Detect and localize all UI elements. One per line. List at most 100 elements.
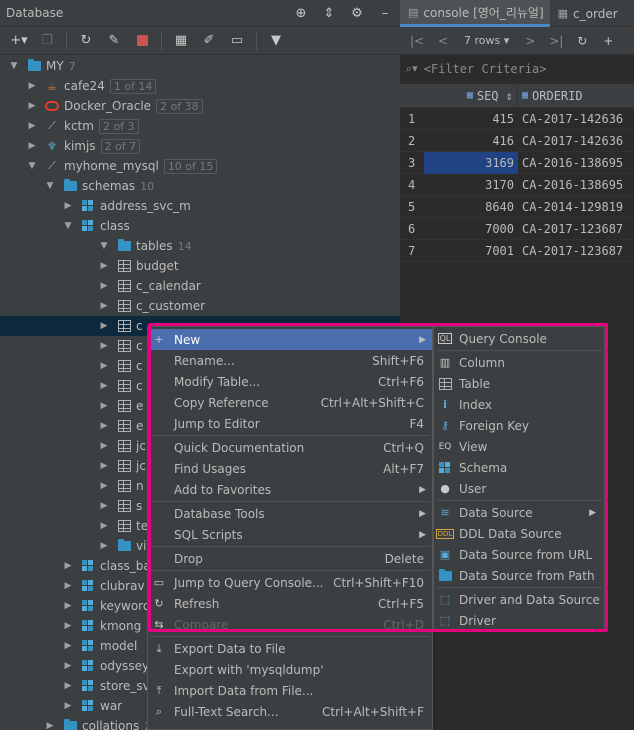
- chevron-right-icon[interactable]: ▶: [98, 321, 110, 331]
- menu-item-drop[interactable]: Drop Delete: [148, 548, 432, 569]
- menu-item-export-with-mysqldump[interactable]: Export with 'mysqldump': [148, 659, 432, 680]
- minimize-icon[interactable]: –: [376, 4, 394, 22]
- tree-node-budget[interactable]: ▶ budget: [0, 256, 400, 276]
- submenu-item-driver[interactable]: ⬚ Driver: [434, 610, 604, 631]
- table-row[interactable]: 6 7000 CA-2017-123687: [400, 218, 634, 240]
- table-row[interactable]: 2 416 CA-2017-142636: [400, 130, 634, 152]
- table-row[interactable]: 5 8640 CA-2014-129819: [400, 196, 634, 218]
- chevron-right-icon[interactable]: ▶: [62, 661, 74, 671]
- submenu-item-ddl-data-source[interactable]: DDL DDL Data Source: [434, 523, 604, 544]
- menu-item-new[interactable]: + New ▶: [148, 329, 432, 350]
- table-row[interactable]: 4 3170 CA-2016-138695: [400, 174, 634, 196]
- submenu-item-schema[interactable]: Schema: [434, 457, 604, 478]
- column-header-orderid[interactable]: ▦ ORDERID: [518, 89, 634, 103]
- cell-seq[interactable]: 8640: [424, 196, 518, 218]
- prev-page-icon[interactable]: <: [432, 30, 454, 52]
- collapse-icon[interactable]: ⇕: [320, 4, 338, 22]
- tree-node-docker-oracle[interactable]: ▶ Docker_Oracle 2 of 38: [0, 96, 400, 116]
- tab-console[interactable]: ▤ console [영어_리뉴얼]: [400, 0, 550, 27]
- menu-item-sql-scripts[interactable]: SQL Scripts ▶: [148, 524, 432, 545]
- chevron-right-icon[interactable]: ▶: [98, 421, 110, 431]
- chevron-right-icon[interactable]: ▶: [98, 301, 110, 311]
- sort-icon[interactable]: ⇕: [506, 89, 513, 103]
- chevron-right-icon[interactable]: ▶: [44, 721, 56, 730]
- cell-orderid[interactable]: CA-2017-142636: [518, 134, 634, 148]
- chevron-right-icon[interactable]: ▶: [98, 541, 110, 551]
- chevron-down-icon[interactable]: ▼: [62, 221, 74, 231]
- column-header-seq[interactable]: ▦ SEQ ⇕: [424, 83, 518, 108]
- menu-item-jump-to-editor[interactable]: Jump to Editor F4: [148, 413, 432, 434]
- filter-bar[interactable]: ⌕▾ <Filter Criteria>: [400, 56, 634, 83]
- tab-c-order[interactable]: ▦ c_order: [550, 0, 624, 27]
- cell-orderid[interactable]: CA-2016-138695: [518, 156, 634, 170]
- add-crosshair-icon[interactable]: ⊕: [292, 4, 310, 22]
- menu-item-export-data-to-file[interactable]: ⤓ Export Data to File: [148, 638, 432, 659]
- submenu-item-data-source-from-path[interactable]: Data Source from Path: [434, 565, 604, 586]
- tree-node-myhome-mysql[interactable]: ▼ ⟋ myhome_mysql 10 of 15: [0, 156, 400, 176]
- chevron-right-icon[interactable]: ▶: [62, 641, 74, 651]
- stop-icon[interactable]: [131, 30, 153, 52]
- refresh-icon[interactable]: ↻: [571, 30, 593, 52]
- chevron-right-icon[interactable]: ▶: [62, 201, 74, 211]
- cell-seq[interactable]: 416: [424, 130, 518, 152]
- chevron-right-icon[interactable]: ▶: [62, 581, 74, 591]
- chevron-right-icon[interactable]: ▶: [98, 401, 110, 411]
- menu-item-add-to-favorites[interactable]: Add to Favorites ▶: [148, 479, 432, 500]
- chevron-down-icon[interactable]: ▼: [8, 61, 20, 71]
- tree-node-c-calendar[interactable]: ▶ c_calendar: [0, 276, 400, 296]
- chevron-right-icon[interactable]: ▶: [98, 501, 110, 511]
- last-page-icon[interactable]: >|: [545, 30, 567, 52]
- table-row[interactable]: 3 3169 CA-2016-138695: [400, 151, 634, 174]
- menu-item-modify-table[interactable]: Modify Table... Ctrl+F6: [148, 371, 432, 392]
- tree-node-kimjs[interactable]: ▶ ♆ kimjs 2 of 7: [0, 136, 400, 156]
- menu-item-copy-reference[interactable]: Copy Reference Ctrl+Alt+Shift+C: [148, 392, 432, 413]
- submenu-item-data-source-from-url[interactable]: ▣ Data Source from URL: [434, 544, 604, 565]
- tree-node-tables[interactable]: ▼ tables 14: [0, 236, 400, 256]
- table-view-icon[interactable]: ▦: [170, 30, 192, 52]
- chevron-right-icon[interactable]: ▶: [62, 701, 74, 711]
- chevron-right-icon[interactable]: ▶: [26, 141, 38, 151]
- chevron-down-icon[interactable]: ▼: [98, 241, 110, 251]
- cell-seq[interactable]: 3169: [424, 151, 518, 174]
- cell-seq[interactable]: 3170: [424, 174, 518, 196]
- submenu-item-query-console[interactable]: QL Query Console: [434, 328, 604, 349]
- chevron-right-icon[interactable]: ▶: [26, 121, 38, 131]
- menu-item-refresh[interactable]: ↻ Refresh Ctrl+F5: [148, 593, 432, 614]
- chevron-right-icon[interactable]: ▶: [98, 441, 110, 451]
- refresh-icon[interactable]: ↻: [75, 30, 97, 52]
- chevron-right-icon[interactable]: ▶: [62, 621, 74, 631]
- chevron-right-icon[interactable]: ▶: [62, 601, 74, 611]
- cell-orderid[interactable]: CA-2017-123687: [518, 222, 634, 236]
- cell-orderid[interactable]: CA-2017-123687: [518, 244, 634, 258]
- add-icon[interactable]: +▾: [8, 30, 30, 52]
- submenu-item-index[interactable]: i Index: [434, 394, 604, 415]
- submenu-item-view[interactable]: EQ View: [434, 436, 604, 457]
- tree-node-my[interactable]: ▼ MY 7: [0, 56, 400, 76]
- tree-node-cafe24[interactable]: ▶ ☕ cafe24 1 of 14: [0, 76, 400, 96]
- chevron-right-icon[interactable]: ▶: [98, 261, 110, 271]
- cell-orderid[interactable]: CA-2014-129819: [518, 200, 634, 214]
- gear-icon[interactable]: ⚙: [348, 4, 366, 22]
- chevron-down-icon[interactable]: ▼: [44, 181, 56, 191]
- cell-seq[interactable]: 415: [424, 108, 518, 130]
- submenu-item-driver-and-data-source[interactable]: ⬚ Driver and Data Source: [434, 589, 604, 610]
- tree-node-c-customer[interactable]: ▶ c_customer: [0, 296, 400, 316]
- menu-item-database-tools[interactable]: Database Tools ▶: [148, 503, 432, 524]
- submenu-item-data-source[interactable]: ≋ Data Source ▶: [434, 502, 604, 523]
- add-row-icon[interactable]: +: [597, 30, 619, 52]
- tree-node-class[interactable]: ▼ class: [0, 216, 400, 236]
- cell-seq[interactable]: 7001: [424, 240, 518, 262]
- chevron-right-icon[interactable]: ▶: [98, 341, 110, 351]
- sql-console-icon[interactable]: ▭: [226, 30, 248, 52]
- tree-node-kctm[interactable]: ▶ ⟋ kctm 2 of 3: [0, 116, 400, 136]
- edit-icon[interactable]: ✐: [198, 30, 220, 52]
- tree-node-schemas[interactable]: ▼ schemas 10: [0, 176, 400, 196]
- duplicate-icon[interactable]: ❐: [36, 30, 58, 52]
- chevron-right-icon[interactable]: ▶: [62, 561, 74, 571]
- chevron-right-icon[interactable]: ▶: [98, 461, 110, 471]
- chevron-right-icon[interactable]: ▶: [98, 521, 110, 531]
- cell-orderid[interactable]: CA-2016-138695: [518, 178, 634, 192]
- filter-icon[interactable]: ▼: [265, 30, 287, 52]
- chevron-right-icon[interactable]: ▶: [98, 381, 110, 391]
- chevron-down-icon[interactable]: ▼: [26, 161, 38, 171]
